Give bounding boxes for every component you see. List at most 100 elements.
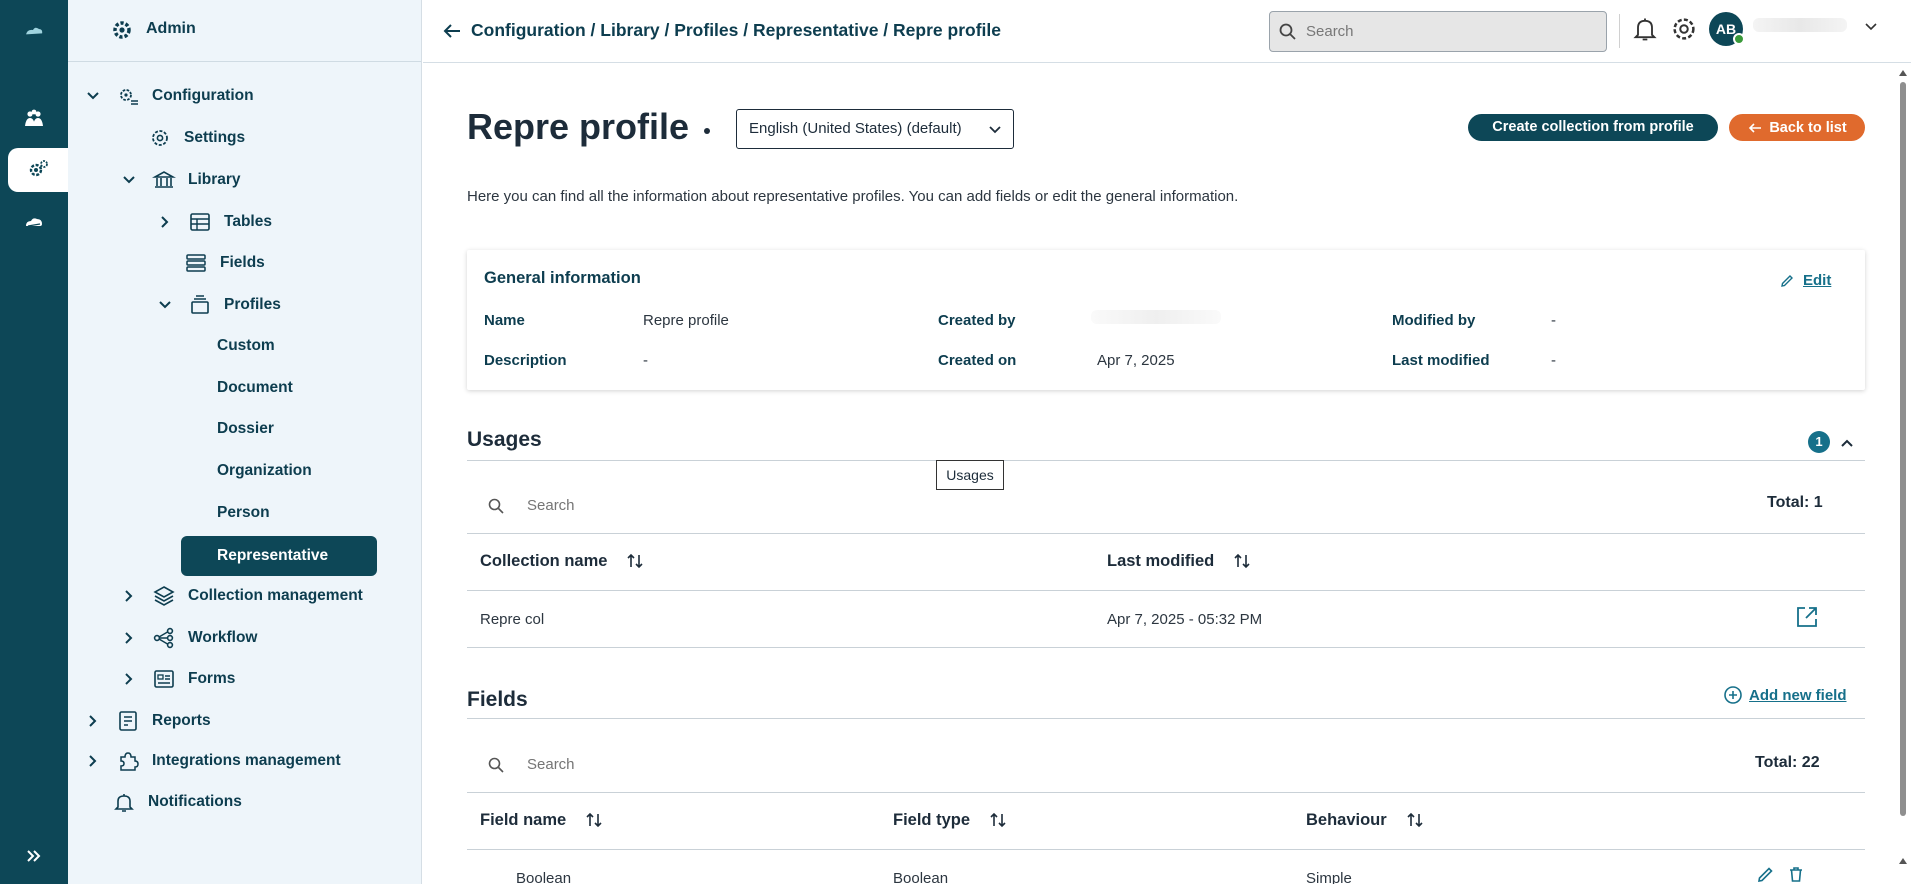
sidebar-item-label: Dossier [217,420,274,437]
sidebar-item-label: Person [217,504,270,521]
usage-row-collection-name: Repre col [480,611,545,628]
column-header-field-name[interactable]: Field name [480,810,604,830]
created-on-label: Created on [938,352,1017,369]
bell-icon[interactable] [1631,15,1659,43]
sidebar: Admin Configuration Settings Library Tab… [68,0,422,884]
chevron-right-icon [89,755,97,767]
chevron-right-icon [161,216,169,228]
sidebar-item-workflow[interactable]: Workflow [120,620,257,656]
sidebar-item-label: Collection management [188,587,363,604]
search-placeholder: Search [1306,23,1354,40]
global-search-input[interactable]: Search [1269,11,1607,52]
sort-icon[interactable] [625,551,645,571]
main-scroll-up-arrow[interactable] [1899,70,1907,76]
sidebar-item-label: Reports [152,712,211,729]
chevron-down-icon[interactable] [1863,18,1879,34]
search-icon [488,757,504,773]
sidebar-item-label: Library [188,171,241,188]
sidebar-item-tables[interactable]: Tables [156,204,272,240]
gears-icon[interactable] [8,148,68,192]
column-header-last-modified[interactable]: Last modified [1107,551,1252,571]
people-icon[interactable] [0,96,68,140]
back-to-list-button[interactable]: Back to list [1729,114,1865,141]
app-rail [0,0,68,884]
sidebar-item-label: Representative [217,547,329,564]
sidebar-item-organization[interactable]: Organization [217,453,312,489]
created-by-label: Created by [938,312,1016,329]
chevron-down-icon [989,126,1001,134]
chevron-up-icon[interactable] [1838,434,1856,452]
sidebar-item-settings[interactable]: Settings [148,120,245,156]
pencil-icon[interactable] [1756,864,1776,884]
top-bar: Configuration / Library / Profiles / Rep… [423,0,1911,63]
sidebar-item-fields[interactable]: Fields [184,245,265,281]
sidebar-item-forms[interactable]: Forms [120,661,235,697]
sidebar-item-reports[interactable]: Reports [84,703,211,739]
sidebar-item-representative[interactable]: Representative [181,536,377,576]
language-value: English (United States) (default) [749,120,962,137]
sidebar-item-label: Workflow [188,629,258,646]
breadcrumb[interactable]: Configuration / Library / Profiles / Rep… [471,20,1001,41]
sidebar-item-custom[interactable]: Custom [217,328,275,364]
sidebar-item-dossier[interactable]: Dossier [217,411,274,447]
external-link-icon[interactable] [1794,604,1820,630]
sidebar-item-configuration[interactable]: Configuration [84,78,254,114]
title-dot [704,128,710,134]
name-value: Repre profile [643,312,729,329]
bell-icon [114,794,134,812]
column-header-label: Last modified [1107,551,1215,570]
usages-count-badge: 1 [1808,431,1830,453]
sort-icon[interactable] [584,810,604,830]
sidebar-item-label: Settings [184,129,246,146]
sidebar-item-label: Forms [188,670,236,687]
gear-icon[interactable] [1669,14,1699,44]
edit-link[interactable]: Edit [1779,272,1831,289]
add-new-field-link[interactable]: Add new field [1723,685,1847,705]
usages-title: Usages [467,428,542,451]
bank-icon [152,171,176,188]
edit-label: Edit [1803,272,1832,289]
expand-icon[interactable] [0,834,68,878]
last-modified-value: - [1551,352,1556,369]
fields-search-input[interactable] [527,756,1027,773]
cloud-logo-icon[interactable] [0,10,68,54]
stack-icon [186,254,206,272]
sidebar-item-profiles[interactable]: Profiles [156,287,281,323]
gear-list-icon [120,89,138,105]
divider [1619,14,1620,48]
column-header-field-type[interactable]: Field type [893,810,1008,830]
sidebar-item-collection-management[interactable]: Collection management [120,578,363,614]
user-name-redacted[interactable] [1753,18,1847,32]
modified-by-label: Modified by [1392,312,1476,329]
divider [467,647,1865,648]
main-scrollbar[interactable] [1900,82,1906,816]
sidebar-item-library[interactable]: Library [120,162,241,198]
sidebar-item-integrations-management[interactable]: Integrations management [84,743,341,779]
sort-icon[interactable] [988,810,1008,830]
column-header-behaviour[interactable]: Behaviour [1306,810,1425,830]
sidebar-item-person[interactable]: Person [217,495,270,531]
puzzle-icon [120,752,139,771]
column-header-label: Field name [480,810,567,829]
chevron-right-icon [125,673,133,685]
cloud-icon[interactable] [0,200,68,244]
sidebar-header[interactable]: Admin [68,0,421,62]
sidebar-item-notifications[interactable]: Notifications [112,784,242,820]
sort-icon[interactable] [1232,551,1252,571]
create-collection-button[interactable]: Create collection from profile [1468,114,1718,141]
usage-row-last-modified: Apr 7, 2025 - 05:32 PM [1107,611,1263,628]
usages-search-input[interactable] [527,497,1027,514]
sort-icon[interactable] [1405,810,1425,830]
trash-icon[interactable] [1786,864,1806,884]
workflow-icon [153,627,174,649]
main-scroll-arrow[interactable] [1899,858,1907,864]
divider [467,718,1865,719]
sidebar-item-document[interactable]: Document [217,370,293,406]
divider [467,590,1865,591]
language-select[interactable]: English (United States) (default) [736,109,1014,149]
usages-tooltip: Usages [936,460,1004,490]
divider [467,792,1865,793]
back-arrow-icon[interactable] [441,20,463,42]
column-header-collection-name[interactable]: Collection name [480,551,645,571]
sidebar-item-label: Custom [217,337,275,354]
